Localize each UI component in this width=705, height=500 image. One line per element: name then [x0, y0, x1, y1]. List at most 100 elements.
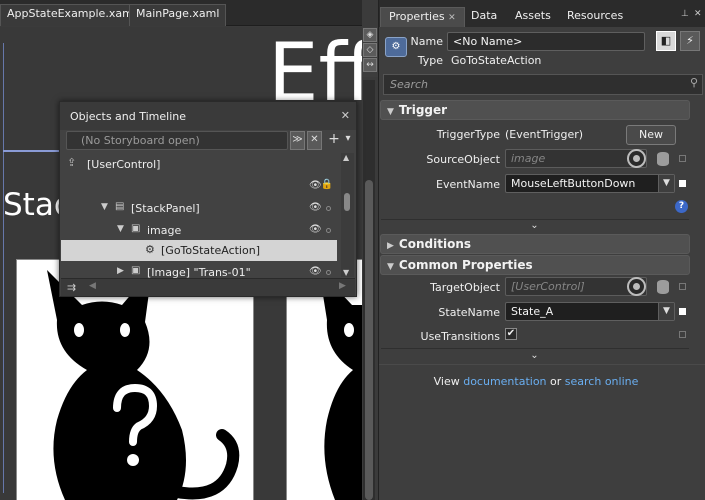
panel-title: Objects and Timeline	[70, 110, 187, 123]
pan-icon[interactable]: ◈	[363, 28, 377, 42]
tab-resources[interactable]: Resources	[559, 7, 631, 27]
timeline-toggle-icon[interactable]: ⇉	[67, 281, 76, 294]
usetransitions-checkbox[interactable]: ✔	[505, 328, 517, 340]
close-storyboard-icon[interactable]: ✕	[307, 131, 322, 150]
tab-mainpage[interactable]: MainPage.xaml	[129, 4, 227, 26]
panel-header: Objects and Timeline ✕	[60, 102, 356, 130]
events-view-icon[interactable]: ⚡	[680, 31, 700, 51]
chevron-down-icon: ▼	[658, 303, 674, 320]
property-search-input[interactable]: Search ⚲	[383, 74, 703, 95]
advanced-options-marker[interactable]	[679, 331, 686, 338]
type-value: GoToStateAction	[451, 54, 542, 67]
properties-view-icon[interactable]: ◧	[656, 31, 676, 51]
scrollbar-thumb[interactable]	[344, 193, 350, 211]
new-trigger-button[interactable]: New	[626, 125, 676, 145]
scroll-down-icon[interactable]: ▼	[343, 268, 349, 277]
split-view-icon[interactable]: ◇	[363, 43, 377, 57]
element-picker-icon[interactable]	[627, 149, 646, 168]
element-identity: ⚙ Name <No Name> Type GoToStateAction ◧ …	[379, 27, 705, 72]
scrollbar-thumb[interactable]	[365, 180, 373, 500]
tree-item-gotostateaction[interactable]: ⚙ [GoToStateAction]	[61, 240, 337, 261]
expand-more-icon[interactable]: ⌄	[379, 220, 690, 233]
tree-vertical-scrollbar[interactable]: ▲ ▼	[341, 153, 354, 277]
lock-toggle[interactable]	[326, 270, 331, 275]
tab-appstateexample[interactable]: AppStateExample.xaml	[0, 4, 143, 26]
storyboard-picker[interactable]: (No Storyboard open)	[66, 131, 288, 150]
data-binding-icon[interactable]	[657, 280, 669, 294]
expand-triangle-icon: ▶	[387, 241, 394, 251]
add-storyboard-icon[interactable]: +	[326, 131, 342, 150]
name-field[interactable]: <No Name>	[447, 32, 645, 51]
advanced-options-marker[interactable]	[679, 283, 686, 290]
advanced-options-marker[interactable]	[679, 155, 686, 162]
lock-icon[interactable]: 🔒	[321, 179, 333, 190]
targetobject-field[interactable]: [UserControl]	[505, 277, 647, 296]
scope-up-icon[interactable]: ⇪	[67, 156, 76, 169]
advanced-options-marker[interactable]	[679, 308, 686, 315]
pin-icon[interactable]: ⊥	[681, 9, 689, 19]
collapse-triangle-icon: ▼	[387, 107, 394, 117]
eventname-value: MouseLeftButtonDown	[511, 177, 636, 190]
section-title: Conditions	[398, 237, 471, 251]
behavior-gear-icon: ⚙	[145, 243, 155, 256]
tab-properties[interactable]: Properties ✕	[380, 7, 465, 27]
chevron-down-icon: ▼	[658, 175, 674, 192]
canvas-vertical-scrollbar[interactable]	[363, 80, 375, 500]
tree-label: [StackPanel]	[131, 202, 200, 215]
divider	[379, 364, 705, 365]
storyboard-options-icon[interactable]: ≫	[290, 131, 305, 150]
chevron-down-icon[interactable]: ▾	[342, 131, 354, 150]
data-binding-icon[interactable]	[657, 152, 669, 166]
close-icon[interactable]: ✕	[448, 13, 456, 23]
scroll-right-icon[interactable]: ▶	[339, 281, 346, 291]
tab-label: Properties	[389, 10, 445, 23]
tree-label: image	[147, 224, 182, 237]
objects-and-timeline-panel: Objects and Timeline ✕ (No Storyboard op…	[59, 101, 357, 297]
help-icon[interactable]: ?	[675, 200, 688, 213]
documentation-link[interactable]: documentation	[463, 375, 546, 388]
divider	[381, 348, 689, 349]
help-footer: View documentation or search online	[379, 375, 693, 388]
close-icon[interactable]: ✕	[341, 109, 350, 122]
scroll-up-icon[interactable]: ▲	[343, 153, 349, 162]
image-icon: ▣	[131, 223, 141, 234]
lock-toggle[interactable]	[326, 228, 331, 233]
tab-label: MainPage.xaml	[136, 7, 220, 20]
tab-assets[interactable]: Assets	[507, 7, 559, 27]
canvas-toolstrip: ◈ ◇ ↔	[362, 27, 378, 77]
statename-dropdown[interactable]: State_A ▼	[505, 302, 675, 321]
sourceobject-field[interactable]: image	[505, 149, 647, 168]
footer-middle: or	[546, 375, 565, 388]
conditions-section-header[interactable]: ▶ Conditions	[380, 234, 690, 254]
tab-data[interactable]: Data	[463, 7, 505, 27]
tree-item-stackpanel[interactable]: ▼ ▤ [StackPanel] 👁	[61, 198, 337, 219]
document-tab-bar: AppStateExample.xaml MainPage.xaml	[0, 0, 362, 26]
expand-triangle-icon[interactable]: ▼	[101, 202, 108, 212]
eventname-dropdown[interactable]: MouseLeftButtonDown ▼	[505, 174, 675, 193]
properties-tab-bar: Properties ✕ Data Assets Resources ⊥ ✕	[379, 0, 705, 27]
targetobject-value: [UserControl]	[511, 280, 585, 293]
common-properties-section-header[interactable]: ▼ Common Properties	[380, 255, 690, 275]
tab-label: Assets	[515, 9, 551, 22]
expand-more-icon[interactable]: ⌄	[379, 350, 690, 363]
lock-toggle[interactable]	[326, 206, 331, 211]
trigger-section-header[interactable]: ▼ Trigger	[380, 100, 690, 120]
element-picker-icon[interactable]	[627, 277, 646, 296]
type-label: Type	[417, 54, 443, 67]
expand-triangle-icon[interactable]: ▼	[117, 224, 124, 234]
close-icon[interactable]: ✕	[694, 9, 702, 19]
expand-triangle-icon[interactable]: ▶	[117, 266, 124, 276]
expand-icon[interactable]: ↔	[363, 58, 377, 72]
selection-adorner	[3, 150, 63, 156]
advanced-options-marker[interactable]	[679, 180, 686, 187]
image-icon: ▣	[131, 265, 141, 276]
tree-item-image[interactable]: ▼ ▣ image 👁	[61, 220, 337, 241]
tree-item-layout-root[interactable]: 👁 🔒	[61, 176, 337, 197]
scroll-left-icon[interactable]: ◀	[89, 281, 96, 291]
tree-label: [UserControl]	[87, 158, 161, 171]
search-online-link[interactable]: search online	[565, 375, 639, 388]
collapse-triangle-icon: ▼	[387, 262, 394, 272]
tree-item-usercontrol[interactable]: ⇪ [UserControl]	[61, 154, 337, 175]
timeline-footer-bar: ⇉ ◀ ▶	[61, 278, 355, 296]
section-title: Trigger	[398, 103, 448, 117]
